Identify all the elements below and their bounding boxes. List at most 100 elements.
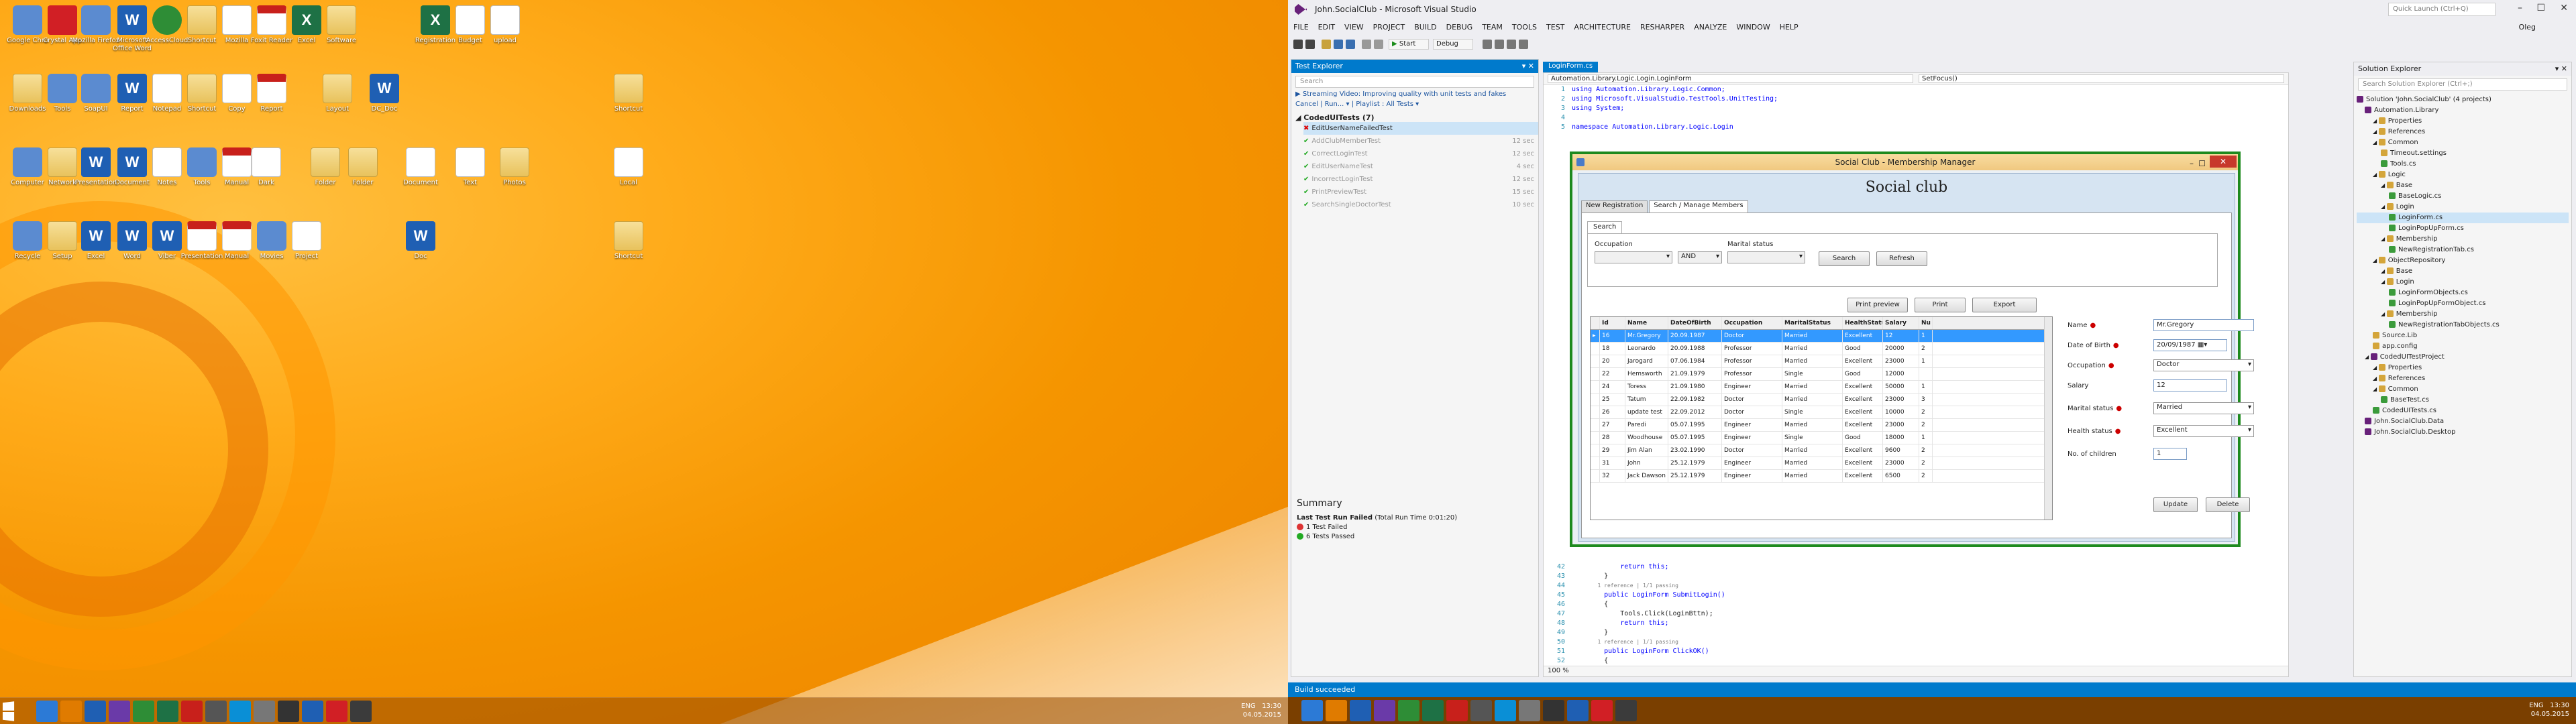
grid-cell[interactable]: 6500 — [1883, 470, 1919, 482]
grid-cell[interactable]: Married — [1782, 381, 1843, 393]
grid-cell[interactable]: Excellent — [1843, 406, 1883, 418]
taskbar-app-icon[interactable] — [60, 701, 82, 722]
desktop-icon[interactable]: Shortcut — [604, 221, 653, 269]
grid-cell[interactable]: 21.09.1979 — [1668, 368, 1722, 380]
expand-arrow-icon[interactable]: ◢ — [2373, 375, 2379, 381]
menu-tools[interactable]: TOOLS — [1512, 23, 1537, 35]
grid-cell[interactable]: Good — [1843, 343, 1883, 355]
toolbar-tool-icon[interactable] — [1483, 40, 1492, 49]
taskbar-app-icon[interactable] — [109, 701, 130, 722]
menu-test[interactable]: TEST — [1546, 23, 1564, 35]
grid-cell[interactable]: 05.07.1995 — [1668, 432, 1722, 444]
grid-cell[interactable]: Toress — [1625, 381, 1668, 393]
grid-cell[interactable]: Jack Dawson — [1625, 470, 1668, 482]
taskbar-app-icon[interactable] — [326, 701, 347, 722]
grid-cell[interactable]: 1 — [1919, 381, 1933, 393]
row-selector[interactable] — [1591, 432, 1600, 444]
desktop-icon[interactable]: Folder — [338, 147, 388, 195]
table-row[interactable]: 28 Woodhouse 05.07.1995 Engineer Single Good 1… — [1591, 432, 2052, 444]
taskbar-app-icon[interactable] — [1615, 700, 1637, 721]
solution-tree-item[interactable]: ◢ Membership — [2357, 309, 2569, 320]
solution-tree-item[interactable]: John.SocialClub.Data — [2357, 416, 2569, 427]
grid-cell[interactable]: Married — [1782, 419, 1843, 431]
test-item[interactable]: ✔ EditUserNameTest 4 sec — [1303, 160, 1538, 173]
dob-picker[interactable]: 20/09/1987 ▦▾ — [2153, 339, 2227, 351]
taskbar-app-icon[interactable] — [85, 701, 106, 722]
toolbar-tool-icon[interactable] — [1495, 40, 1504, 49]
toolbar-tool-icon[interactable] — [1519, 40, 1528, 49]
grid-cell[interactable]: 26 — [1600, 406, 1625, 418]
solution-tree-item[interactable]: BaseLogic.cs — [2357, 191, 2569, 202]
grid-cell[interactable]: Woodhouse — [1625, 432, 1668, 444]
grid-cell[interactable]: Excellent — [1843, 457, 1883, 469]
grid-cell[interactable]: Professor — [1722, 355, 1782, 367]
desktop-icon[interactable]: Project — [282, 221, 331, 269]
menu-debug[interactable]: DEBUG — [1446, 23, 1473, 35]
grid-cell[interactable]: 1 — [1919, 355, 1933, 367]
grid-cell[interactable]: 2 — [1919, 406, 1933, 418]
grid-cell[interactable]: Married — [1782, 343, 1843, 355]
solution-tree-item[interactable]: ◢ Properties — [2357, 116, 2569, 127]
grid-cell[interactable]: 10000 — [1883, 406, 1919, 418]
calendar-icon[interactable]: ▦▾ — [2198, 341, 2207, 349]
solution-tree-item[interactable]: ◢ Login — [2357, 202, 2569, 213]
menu-build[interactable]: BUILD — [1414, 23, 1436, 35]
column-header[interactable]: Occupation — [1722, 317, 1782, 329]
maximize-icon[interactable]: ☐ — [2536, 3, 2545, 13]
test-search-input[interactable]: Search — [1295, 76, 1534, 88]
row-selector[interactable] — [1591, 394, 1600, 406]
search-button[interactable]: Search — [1819, 251, 1870, 266]
solution-tree-item[interactable]: Automation.Library — [2357, 105, 2569, 116]
solution-tree-item[interactable]: Solution 'John.SocialClub' (4 projects) — [2357, 95, 2569, 105]
grid-cell[interactable]: Excellent — [1843, 470, 1883, 482]
grid-cell[interactable]: 3 — [1919, 394, 1933, 406]
grid-cell[interactable]: Paredi — [1625, 419, 1668, 431]
grid-cell[interactable]: Single — [1782, 432, 1843, 444]
start-debug-button[interactable]: ▶ Start — [1389, 39, 1429, 50]
occupation-detail-select[interactable]: Doctor — [2153, 359, 2254, 371]
grid-cell[interactable]: 21.09.1980 — [1668, 381, 1722, 393]
row-selector[interactable]: ▸ — [1591, 330, 1600, 342]
grid-cell[interactable]: 2 — [1919, 457, 1933, 469]
video-banner-link[interactable]: ▶ Streaming Video: Improving quality wit… — [1295, 90, 1534, 98]
table-row[interactable]: 18 Leonardo 20.09.1988 Professor Married Good… — [1591, 343, 2052, 355]
solution-tree-item[interactable]: CodedUITests.cs — [2357, 406, 2569, 416]
delete-button[interactable]: Delete — [2206, 497, 2250, 512]
taskbar-app-icon[interactable] — [157, 701, 178, 722]
configuration-dropdown[interactable]: Debug — [1433, 39, 1473, 50]
grid-cell[interactable]: Doctor — [1722, 406, 1782, 418]
row-selector[interactable] — [1591, 368, 1600, 380]
menu-view[interactable]: VIEW — [1344, 23, 1364, 35]
grid-cell[interactable]: 20000 — [1883, 343, 1919, 355]
grid-cell[interactable]: 25 — [1600, 394, 1625, 406]
salary-input[interactable]: 12 — [2153, 379, 2227, 391]
taskbar-app-icon[interactable] — [36, 701, 58, 722]
grid-cell[interactable]: Excellent — [1843, 394, 1883, 406]
row-selector[interactable] — [1591, 406, 1600, 418]
taskbar-app-icon[interactable] — [254, 701, 275, 722]
expand-arrow-icon[interactable]: ◢ — [2373, 257, 2379, 263]
grid-cell[interactable]: Engineer — [1722, 457, 1782, 469]
desktop-icon[interactable]: Photos — [490, 147, 539, 195]
user-account[interactable]: Oleg — [2519, 23, 2536, 32]
menu-analyze[interactable]: ANALYZE — [1694, 23, 1727, 35]
grid-cell[interactable]: 2 — [1919, 419, 1933, 431]
solution-tree-item[interactable]: app.config — [2357, 341, 2569, 352]
grid-cell[interactable]: Good — [1843, 368, 1883, 380]
table-row[interactable]: ▸ 16 Mr.Gregory 20.09.1987 Doctor Married Exce… — [1591, 330, 2052, 343]
solution-tree-item[interactable]: Tools.cs — [2357, 159, 2569, 170]
grid-cell[interactable]: 20.09.1988 — [1668, 343, 1722, 355]
grid-cell[interactable]: 29 — [1600, 444, 1625, 457]
grid-cell[interactable]: 27 — [1600, 419, 1625, 431]
expand-arrow-icon[interactable]: ◢ — [2381, 236, 2387, 242]
grid-cell[interactable]: Excellent — [1843, 355, 1883, 367]
taskbar-app-icon[interactable] — [1591, 700, 1613, 721]
solution-tree-item[interactable]: LoginPopUpForm.cs — [2357, 223, 2569, 234]
table-row[interactable]: 25 Tatum 22.09.1982 Doctor Married Excellent 2… — [1591, 394, 2052, 406]
column-header[interactable]: HealthStatus — [1843, 317, 1883, 329]
grid-cell[interactable]: Excellent — [1843, 381, 1883, 393]
search-groupbox-tab[interactable]: Search — [1587, 221, 1623, 233]
grid-cell[interactable]: Married — [1782, 355, 1843, 367]
grid-cell[interactable]: Engineer — [1722, 419, 1782, 431]
children-input[interactable]: 1 — [2153, 448, 2187, 460]
